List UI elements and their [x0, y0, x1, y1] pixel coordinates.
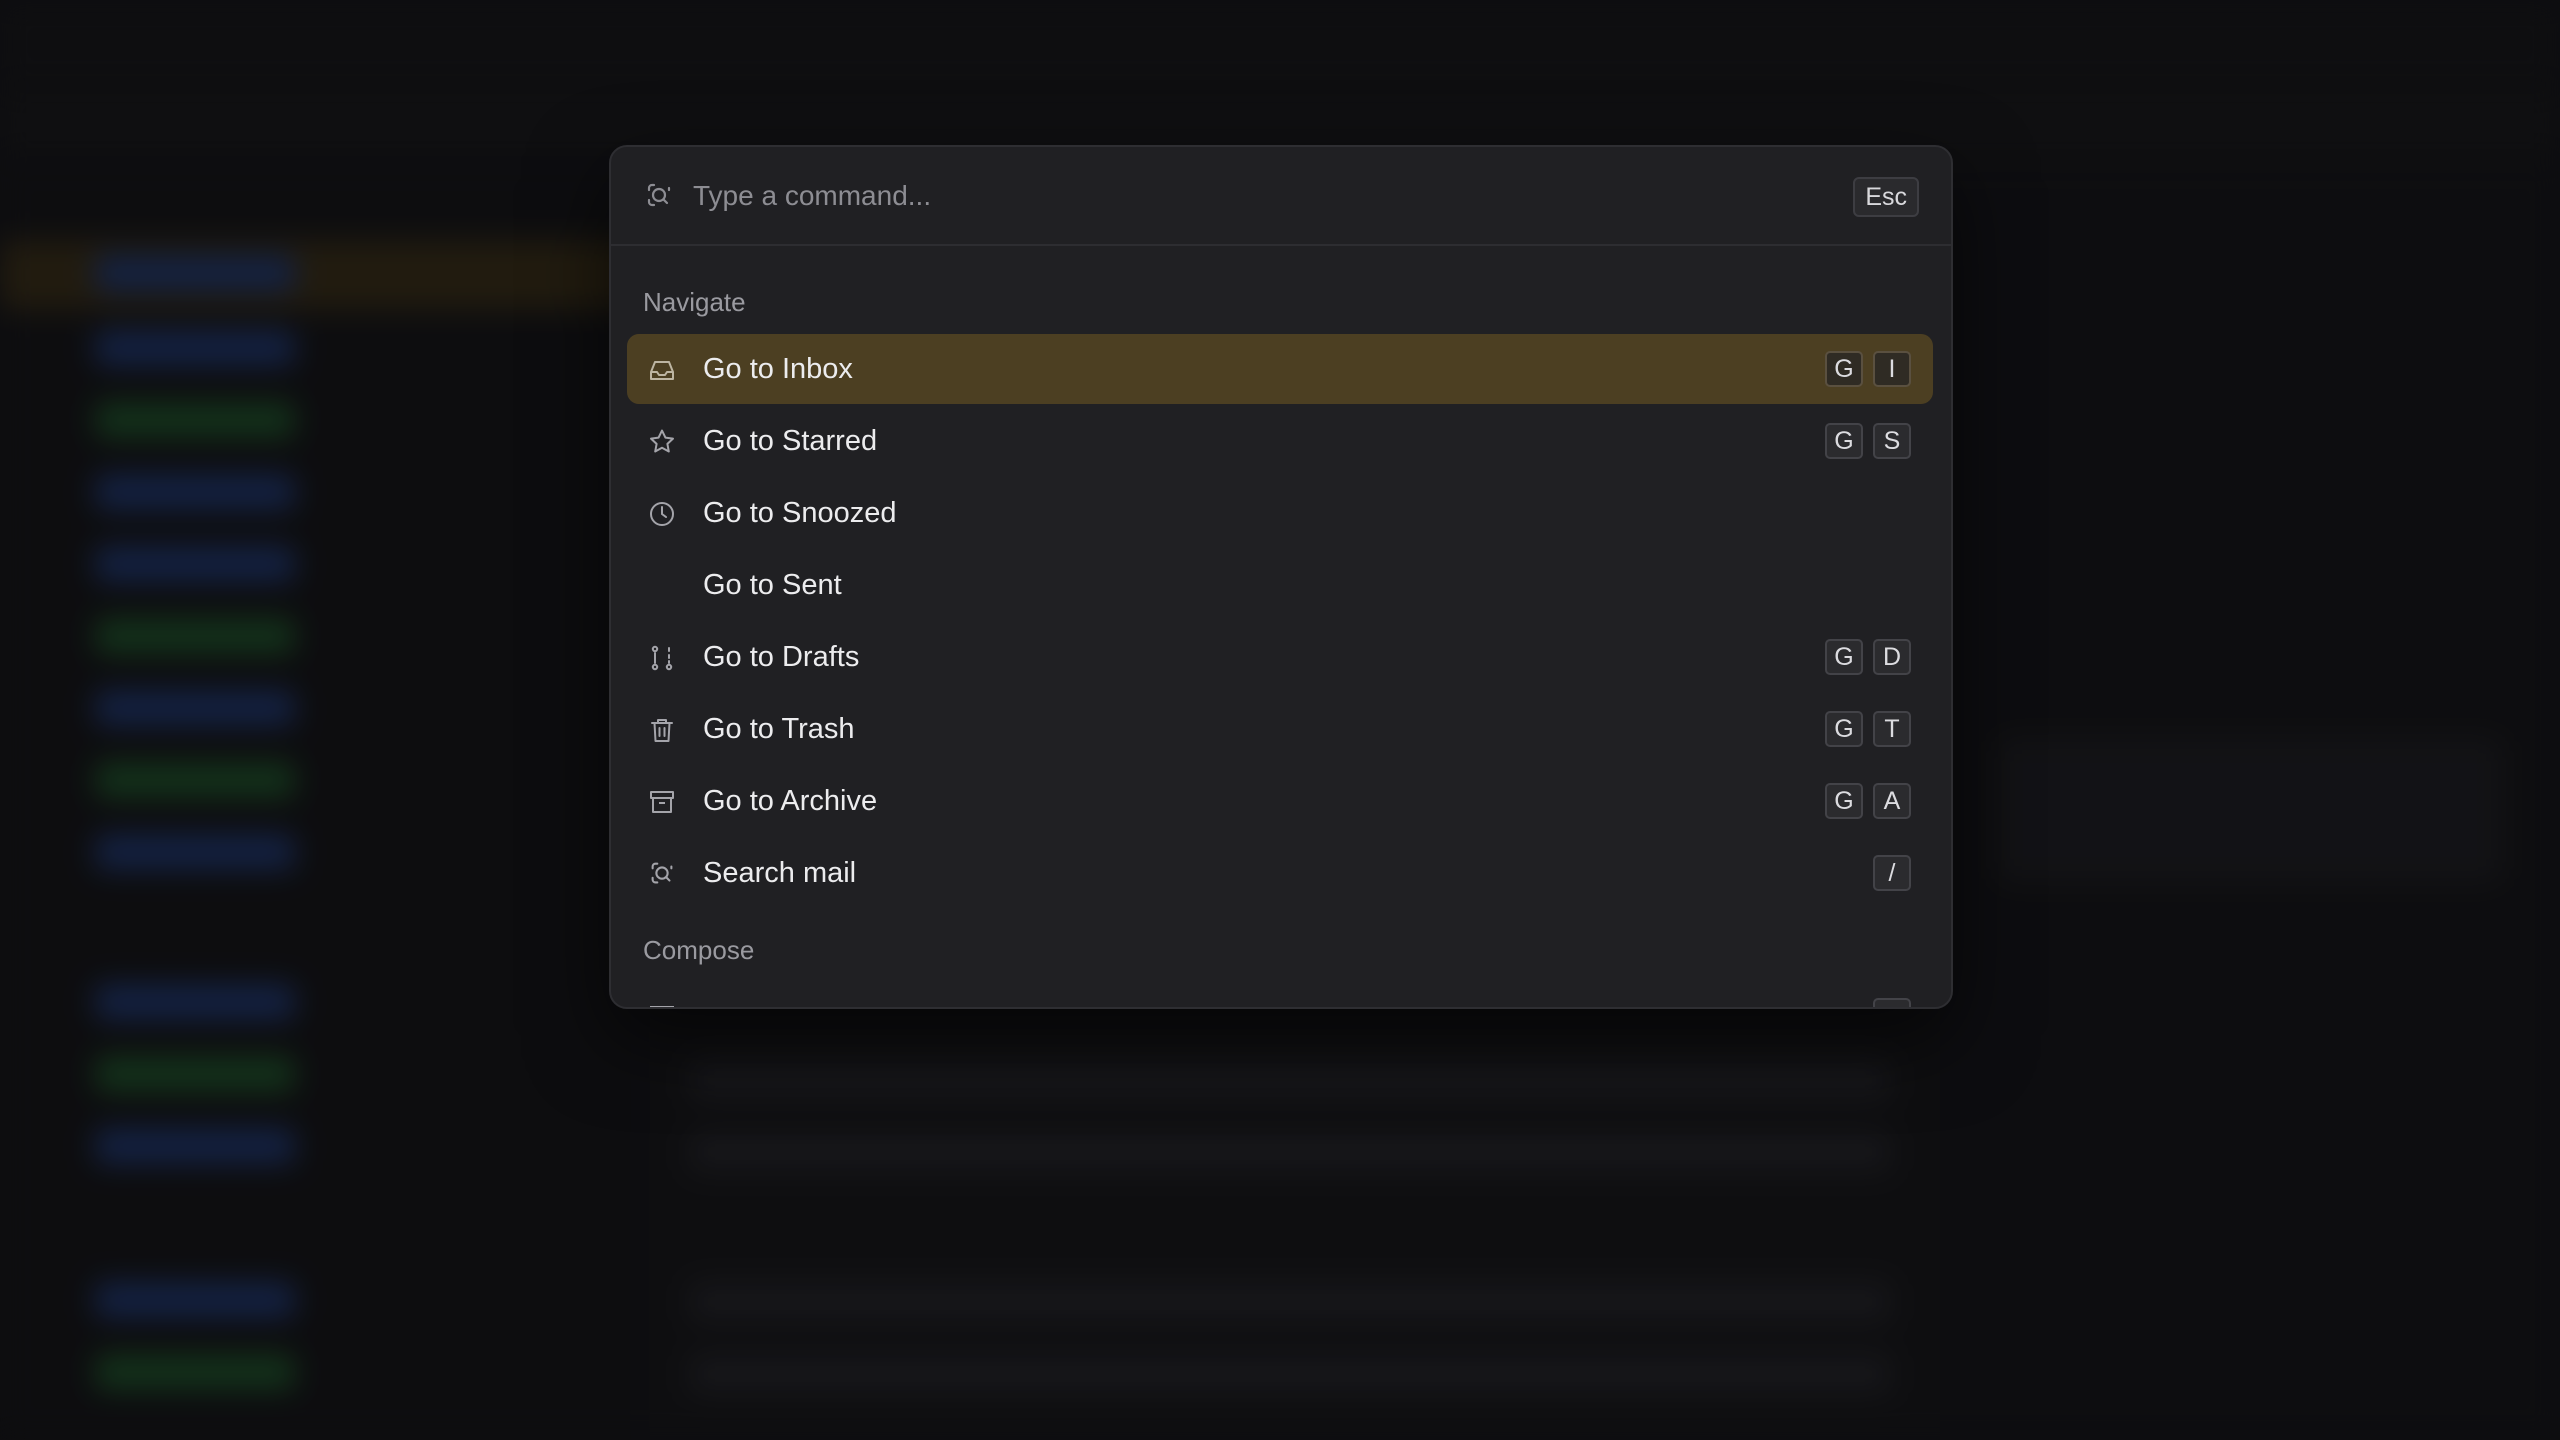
shortcut-keys: G A	[1825, 783, 1911, 819]
trash-icon	[647, 715, 677, 745]
shortcut-key: T	[1873, 711, 1911, 747]
shortcut-keys: /	[1873, 855, 1911, 891]
shortcut-key: /	[1873, 855, 1911, 891]
shortcut-keys	[1873, 998, 1911, 1007]
command-go-to-snoozed[interactable]: Go to Snoozed	[627, 478, 1933, 548]
shortcut-keys: G T	[1825, 711, 1911, 747]
shortcut-key: G	[1825, 783, 1863, 819]
command-search-row: Esc	[611, 147, 1951, 246]
command-go-to-sent[interactable]: Go to Sent	[627, 550, 1933, 620]
shortcut-key: I	[1873, 351, 1911, 387]
shortcut-key: G	[1825, 423, 1863, 459]
command-search-input[interactable]	[691, 171, 1695, 221]
shortcut-key: G	[1825, 351, 1863, 387]
command-row-partial[interactable]	[627, 981, 1933, 1007]
command-label: Search mail	[703, 857, 857, 889]
command-label: Go to Inbox	[703, 353, 853, 385]
command-palette: Esc Navigate Go to Inbox G I Go to Starr…	[609, 145, 1953, 1009]
command-go-to-inbox[interactable]: Go to Inbox G I	[627, 334, 1933, 404]
command-go-to-drafts[interactable]: Go to Drafts G D	[627, 622, 1933, 692]
command-label: Go to Sent	[703, 569, 842, 601]
drafts-icon	[647, 643, 677, 673]
command-label: Go to Trash	[703, 713, 855, 745]
command-go-to-starred[interactable]: Go to Starred G S	[627, 406, 1933, 476]
shortcut-keys: G I	[1825, 351, 1911, 387]
shortcut-key	[1873, 998, 1911, 1007]
shortcut-key: D	[1873, 639, 1911, 675]
archive-icon	[647, 787, 677, 817]
esc-key-hint[interactable]: Esc	[1853, 177, 1919, 217]
clock-icon	[647, 499, 677, 529]
star-icon	[647, 427, 677, 457]
section-title-navigate: Navigate	[643, 287, 746, 317]
shortcut-keys: G S	[1825, 423, 1911, 459]
command-label: Go to Archive	[703, 785, 878, 817]
command-label: Go to Starred	[703, 425, 878, 457]
shortcut-key: G	[1825, 639, 1863, 675]
search-icon	[647, 859, 677, 889]
command-go-to-trash[interactable]: Go to Trash G T	[627, 694, 1933, 764]
command-search-icon	[643, 180, 675, 212]
command-go-to-archive[interactable]: Go to Archive G A	[627, 766, 1933, 836]
command-label: Go to Drafts	[703, 641, 860, 673]
shortcut-keys: G D	[1825, 639, 1911, 675]
command-search-mail[interactable]: Search mail /	[627, 838, 1933, 908]
inbox-icon	[647, 355, 677, 385]
shortcut-key: A	[1873, 783, 1911, 819]
shortcut-key: S	[1873, 423, 1911, 459]
shortcut-key: G	[1825, 711, 1863, 747]
section-title-compose: Compose	[643, 935, 755, 965]
compose-icon	[647, 1002, 677, 1007]
command-label: Go to Snoozed	[703, 497, 897, 529]
